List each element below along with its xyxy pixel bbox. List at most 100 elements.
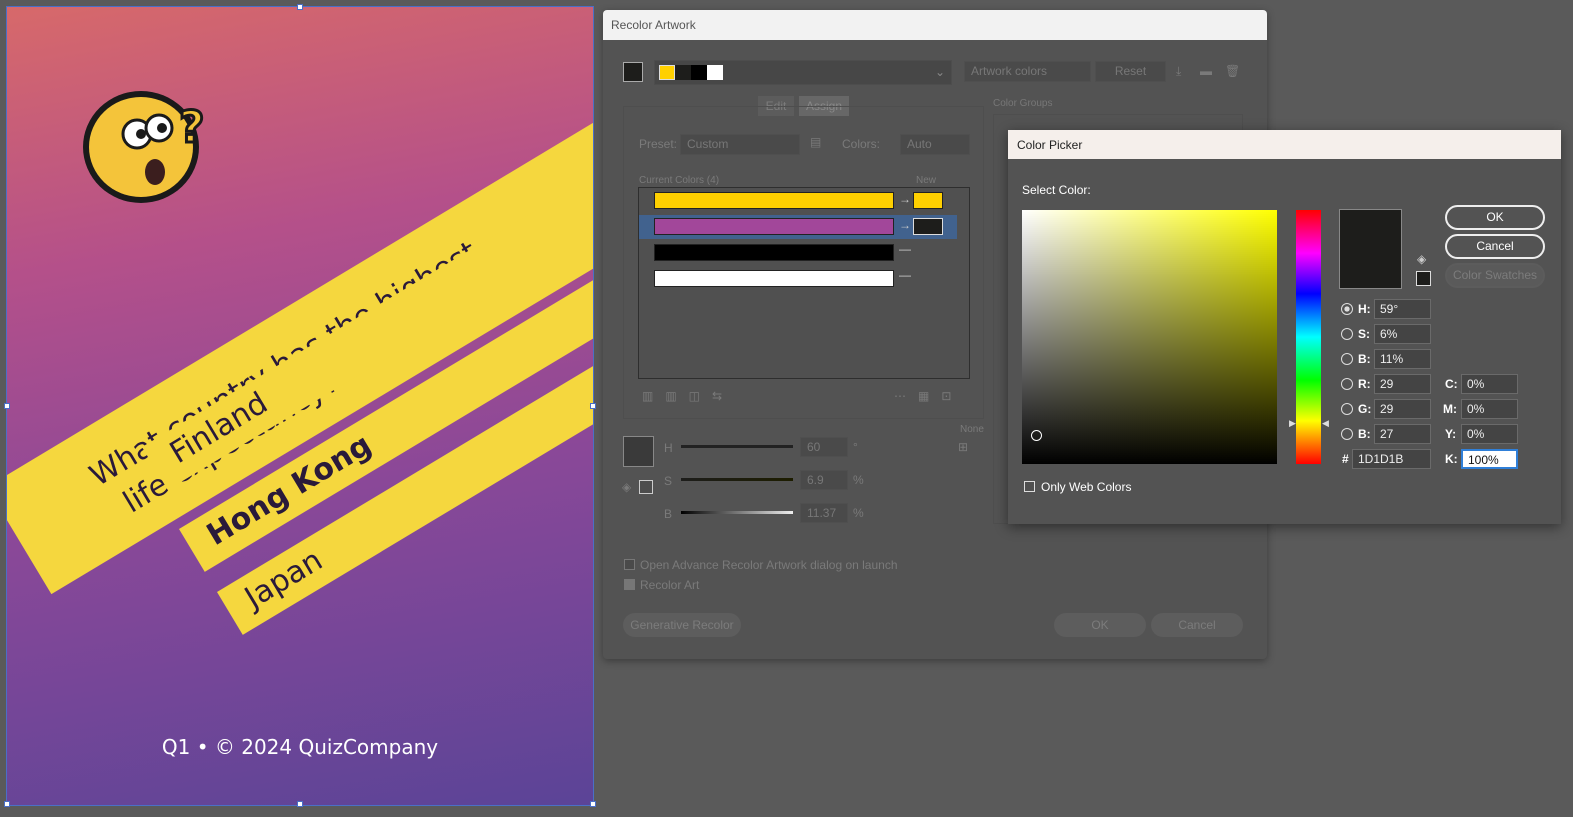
dialog-title: Recolor Artwork [603,10,1267,40]
h-slider[interactable] [681,445,793,448]
h-value[interactable]: 60 [800,437,848,457]
color-field[interactable] [1022,210,1277,464]
svg-text:?: ? [179,102,205,153]
b-slider[interactable] [681,511,793,514]
current-color-bar[interactable] [654,192,894,209]
quiz-artboard[interactable]: What country has the highest life expect… [6,6,594,806]
s-radio[interactable] [1341,328,1353,340]
open-advance-checkbox[interactable] [624,559,635,570]
mascot-icon: ? [83,91,206,203]
none-label: None [960,424,984,435]
r-label: R: [1358,377,1371,391]
artwork-colors-field[interactable]: Artwork colors [964,61,1091,82]
preset-select[interactable]: Custom [680,134,800,155]
cube-icon: ◈ [622,480,632,494]
generative-recolor-button[interactable]: Generative Recolor [623,613,741,637]
r-radio[interactable] [1341,378,1353,390]
s-input[interactable]: 6% [1374,324,1431,344]
out-of-gamut-icon[interactable]: ◈ [1417,252,1426,266]
dialog-title: Color Picker [1008,130,1561,159]
color-field-marker[interactable] [1031,430,1042,441]
b-value[interactable]: 11.37 [800,503,848,523]
open-advance-label: Open Advance Recolor Artwork dialog on l… [640,558,898,572]
b-input[interactable]: 11% [1374,349,1431,369]
m-label: M: [1443,402,1457,416]
answer-japan: Japan [238,542,329,616]
recolor-ok-button[interactable]: OK [1054,613,1146,637]
blue-radio[interactable] [1341,428,1353,440]
small-swatch[interactable] [639,480,653,494]
k-input[interactable]: 100% [1461,449,1518,469]
b-radio[interactable] [1341,353,1353,365]
hex-input[interactable]: 1D1D1B [1352,449,1431,469]
folder-icon[interactable]: ▬ [1200,64,1212,78]
h-label: H: [1358,302,1371,316]
trash-icon[interactable]: 🗑 [1225,64,1240,78]
recolor-art-label: Recolor Art [640,578,700,592]
selection-handle[interactable] [297,801,303,807]
selection-handle[interactable] [590,801,596,807]
cancel-button[interactable]: Cancel [1445,234,1545,259]
s-value[interactable]: 6.9 [800,470,848,490]
current-color-bar[interactable] [654,244,894,261]
g-label: G: [1358,402,1372,416]
color-strip[interactable]: ⌄ [654,60,952,85]
current-color-bar[interactable] [654,270,894,287]
current-colors-label: Current Colors (4) [639,175,720,186]
only-web-colors-checkbox[interactable] [1024,481,1035,492]
hue-slider[interactable]: ▶ ◀ [1289,210,1329,464]
m-input[interactable]: 0% [1461,399,1518,419]
s-unit: % [853,473,864,487]
active-color-swatch[interactable] [623,436,654,467]
colors-label: Colors: [842,137,881,151]
color-list: → → — — [638,187,970,379]
selection-handle[interactable] [590,403,596,409]
s-label: S [664,474,673,488]
reset-button[interactable]: Reset [1095,61,1166,82]
colors-select[interactable]: Auto [900,134,970,155]
chevron-down-icon[interactable]: ⌄ [935,65,945,79]
c-label: C: [1445,377,1458,391]
c-input[interactable]: 0% [1461,374,1518,394]
b-label: B [664,507,673,521]
h-label: H [664,441,673,455]
preset-label: Preset: [639,137,678,151]
recolor-art-checkbox[interactable] [624,579,635,590]
selection-handle[interactable] [4,403,10,409]
g-input[interactable]: 29 [1374,399,1431,419]
b-unit: % [853,506,864,520]
color-mode-swatch[interactable] [623,62,643,82]
footer-text: Q1 • © 2024 QuizCompany [161,735,439,759]
only-web-colors-label: Only Web Colors [1041,480,1132,494]
r-input[interactable]: 29 [1374,374,1431,394]
b-label: B: [1358,352,1371,366]
current-color-preview [1339,209,1402,289]
h-radio[interactable] [1341,303,1353,315]
assign-panel: Preset: Custom ▤ Colors: Auto Current Co… [623,106,984,419]
current-color-bar[interactable] [654,218,894,235]
recolor-cancel-button[interactable]: Cancel [1151,613,1243,637]
web-safe-swatch[interactable] [1416,271,1431,286]
h-input[interactable]: 59° [1374,299,1431,319]
panel-tools-icon[interactable]: ▥▥◫⇆ [642,389,734,403]
s-label: S: [1358,327,1370,341]
select-color-label: Select Color: [1022,183,1091,197]
ok-button[interactable]: OK [1445,205,1545,230]
hex-label: # [1342,452,1349,466]
g-radio[interactable] [1341,403,1353,415]
color-groups-label: Color Groups [993,98,1053,109]
k-label: K: [1445,452,1458,466]
save-icon[interactable]: ⤓ [1176,64,1181,79]
selection-handle[interactable] [4,801,10,807]
panel-tools-right-icon[interactable]: ⋯▦⊡ [894,389,963,403]
preset-options-icon[interactable]: ▤ [810,135,821,149]
blue-label: B: [1358,427,1371,441]
color-swatches-button[interactable]: Color Swatches [1445,263,1545,288]
blue-input[interactable]: 27 [1374,424,1431,444]
color-picker-dialog: Color Picker Select Color: ▶ ◀ ◈ OK Canc… [1008,130,1561,524]
selection-handle[interactable] [297,4,303,10]
y-input[interactable]: 0% [1461,424,1518,444]
grid-icon[interactable]: ⊞ [958,440,968,454]
s-slider[interactable] [681,478,793,481]
new-label: New [916,175,937,186]
